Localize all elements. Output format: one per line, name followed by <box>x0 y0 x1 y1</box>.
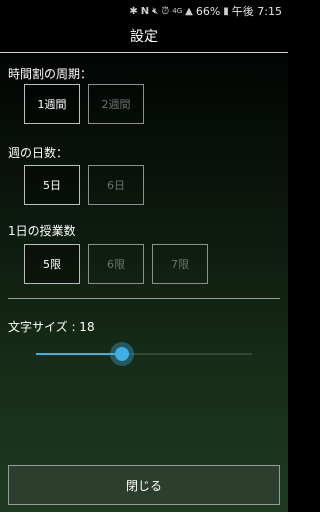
days-label: 週の日数： <box>8 146 69 160</box>
status-bar: ✱ N 🔇︎ ⏰︎ 4G ▲ 66% ▮ 午後 7:15 <box>0 0 288 20</box>
bluetooth-icon: ✱ <box>129 5 138 17</box>
lte-icon: 4G <box>172 7 183 15</box>
close-button[interactable]: 閉じる <box>8 465 280 505</box>
slider-thumb-core <box>115 347 129 361</box>
period-option-1week[interactable]: 1週間 <box>24 84 80 124</box>
battery-level: 66% <box>195 4 221 18</box>
lessons-option-6[interactable]: 6限 <box>88 244 144 284</box>
period-label: 時間割の周期： <box>8 67 93 81</box>
slider-thumb[interactable] <box>110 342 134 366</box>
signal-icon: ▲ <box>185 5 193 17</box>
mute-icon: 🔇︎ <box>152 5 159 17</box>
divider <box>8 298 280 299</box>
status-icons: ✱ N 🔇︎ ⏰︎ 4G ▲ 66% ▮ 午後 7:15 <box>129 3 282 19</box>
days-option-6[interactable]: 6日 <box>88 165 144 205</box>
settings-screen: 設定 時間割の周期： 1週間 2週間 週の日数： 5日 6日 1日の授業数 5限… <box>0 20 288 512</box>
font-size-label: 文字サイズ : 18 <box>8 320 95 334</box>
battery-icon: ▮ <box>223 5 229 17</box>
page-title: 設定 <box>130 29 158 45</box>
days-option-5[interactable]: 5日 <box>24 165 80 205</box>
nfc-icon: N <box>140 5 150 17</box>
alarm-icon: ⏰︎ <box>161 5 170 17</box>
clock: 午後 7:15 <box>231 5 282 18</box>
lessons-option-5[interactable]: 5限 <box>24 244 80 284</box>
lessons-option-7[interactable]: 7限 <box>152 244 208 284</box>
lessons-label: 1日の授業数 <box>8 224 76 238</box>
period-option-2weeks[interactable]: 2週間 <box>88 84 144 124</box>
header: 設定 <box>0 20 288 53</box>
font-size-slider[interactable] <box>36 342 252 366</box>
